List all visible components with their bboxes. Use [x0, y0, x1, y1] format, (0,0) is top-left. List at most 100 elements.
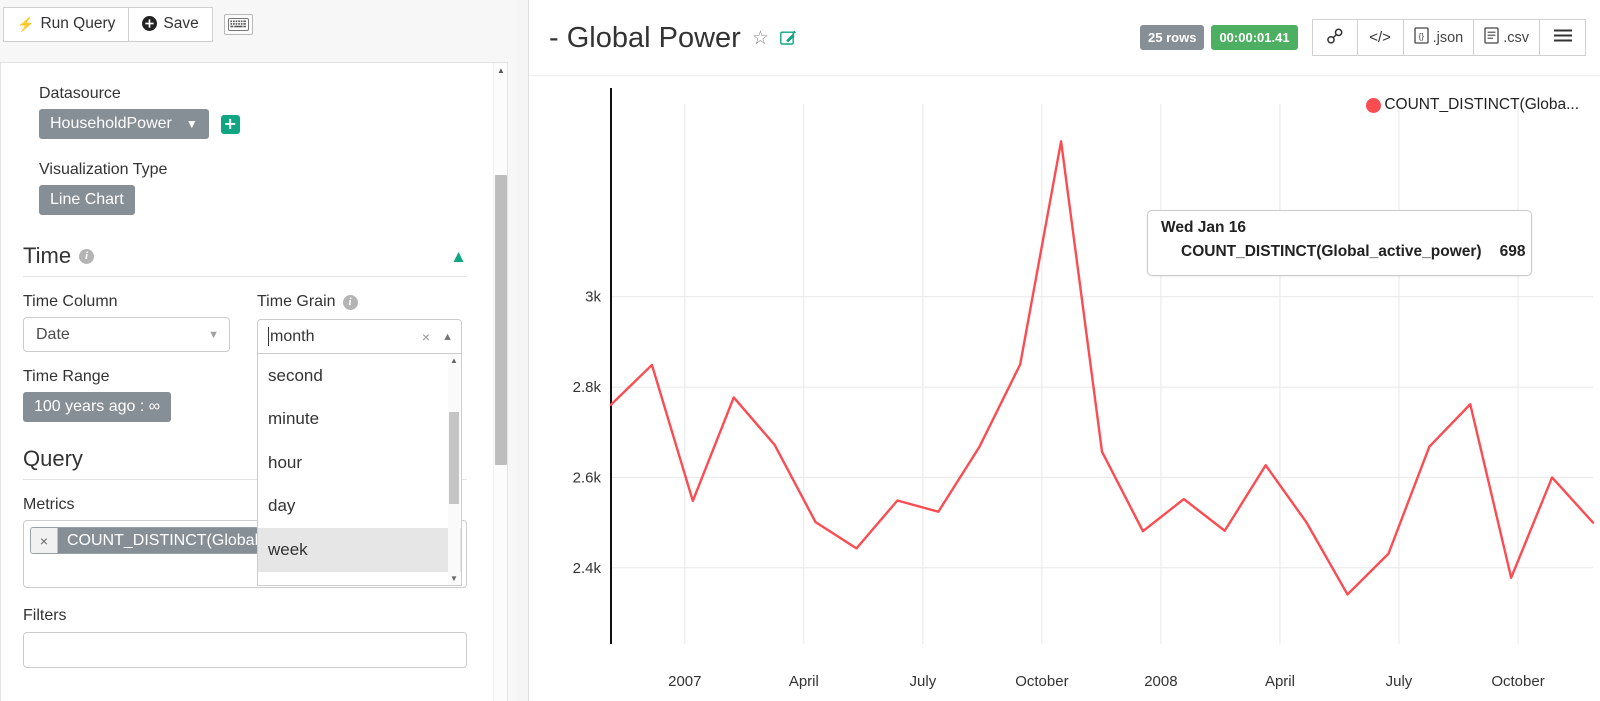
- datasource-value: HouseholdPower: [50, 115, 172, 133]
- chevron-down-icon: ▼: [186, 118, 198, 130]
- time-grain-option-week[interactable]: week: [258, 528, 461, 572]
- y-axis-tick-label: 3k: [585, 289, 601, 306]
- remove-metric-icon[interactable]: ×: [31, 528, 58, 553]
- time-range-field: Time Range 100 years ago : ∞: [1, 368, 236, 422]
- x-axis-tick-label: October: [1491, 673, 1544, 690]
- export-csv-label: .csv: [1503, 30, 1529, 46]
- chevron-up-icon[interactable]: ▲: [450, 248, 467, 265]
- time-column-value: Date: [36, 326, 70, 344]
- save-label: Save: [163, 15, 198, 33]
- time-column-field: Time Column Date ▼: [23, 293, 230, 352]
- chart-legend[interactable]: COUNT_DISTINCT(Globa...: [1366, 96, 1579, 114]
- more-menu-button[interactable]: [1540, 19, 1586, 56]
- time-fields-row: Time Column Date ▼ Time Grain i: [1, 293, 507, 352]
- x-axis-tick-label: 2008: [1144, 673, 1177, 690]
- add-datasource-button[interactable]: +: [221, 115, 240, 134]
- query-duration-badge: 00:00:01.41: [1211, 25, 1297, 50]
- datasource-label: Datasource: [39, 85, 469, 103]
- chart-tooltip: Wed Jan 16 COUNT_DISTINCT(Global_active_…: [1147, 210, 1532, 276]
- text-cursor: [268, 327, 269, 346]
- time-grain-label: Time Grain i: [257, 293, 464, 311]
- export-json-label: .json: [1433, 30, 1464, 46]
- filters-field: Filters: [1, 607, 507, 668]
- time-section-title: Time: [23, 243, 71, 269]
- export-json-button[interactable]: {} .json: [1404, 19, 1475, 56]
- time-grain-option-second[interactable]: second: [258, 354, 461, 398]
- control-panel-scroll-area: Datasource HouseholdPower ▼ + Visualizat…: [0, 62, 508, 701]
- keyboard-icon: [228, 18, 249, 31]
- chart-plot-area: 2.4k 2.6k 2.8k 3k 2007 April July October 2008 Ap…: [529, 76, 1600, 701]
- scroll-up-arrow-icon[interactable]: ▲: [448, 355, 460, 367]
- svg-text:{}: {}: [1418, 31, 1424, 41]
- keyboard-shortcuts-button[interactable]: [224, 14, 253, 35]
- y-axis-tick-label: 2.6k: [573, 469, 602, 486]
- rows-badge: 25 rows: [1140, 25, 1204, 50]
- time-grain-option-day[interactable]: day: [258, 485, 461, 529]
- time-grain-option-hour[interactable]: hour: [258, 441, 461, 485]
- time-range-value-button[interactable]: 100 years ago : ∞: [23, 392, 171, 422]
- info-icon[interactable]: i: [343, 295, 358, 310]
- scroll-up-arrow-icon[interactable]: ▲: [496, 65, 506, 76]
- viz-type-block: Visualization Type Line Chart: [1, 161, 507, 215]
- y-axis-tick-label: 2.4k: [573, 560, 602, 577]
- chart-title-group: - Global Power ☆: [549, 22, 797, 55]
- filters-input[interactable]: [23, 632, 467, 668]
- edit-pencil-icon[interactable]: [780, 29, 797, 49]
- metric-chip[interactable]: × COUNT_DISTINCT(Global: [30, 527, 259, 554]
- time-grain-input[interactable]: month × ▲: [257, 319, 462, 354]
- filters-label: Filters: [23, 607, 467, 625]
- control-panel-scrollbar[interactable]: ▲: [493, 63, 507, 701]
- time-grain-field: Time Grain i month × ▲ second: [257, 293, 464, 352]
- scrollbar-thumb[interactable]: [495, 175, 507, 465]
- y-axis-tick-label: 2.8k: [573, 379, 602, 396]
- chart-action-buttons: </> {} .json: [1312, 19, 1586, 56]
- time-grain-label-text: Time Grain: [257, 293, 336, 311]
- time-grain-option-minute[interactable]: minute: [258, 398, 461, 442]
- code-icon: </>: [1369, 29, 1391, 46]
- star-icon[interactable]: ☆: [752, 29, 769, 48]
- legend-color-dot: [1366, 98, 1381, 113]
- share-link-icon: [1326, 27, 1344, 49]
- time-section-header: Time i ▲: [1, 243, 507, 269]
- time-grain-combobox[interactable]: month × ▲ second minute hour day week mo…: [257, 319, 462, 586]
- query-toolbar: ⚡ Run Query Save: [0, 0, 518, 48]
- viz-type-select[interactable]: Line Chart: [39, 185, 135, 215]
- time-grain-options-list[interactable]: second minute hour day week month ▲ ▼: [257, 354, 462, 586]
- scrollbar-thumb[interactable]: [449, 412, 459, 504]
- metric-chip-label: COUNT_DISTINCT(Global: [58, 528, 258, 553]
- x-axis-tick-label: July: [910, 673, 937, 690]
- clear-icon[interactable]: ×: [422, 329, 430, 345]
- time-range-label: Time Range: [23, 368, 214, 386]
- save-button[interactable]: Save: [129, 7, 212, 42]
- legend-label: COUNT_DISTINCT(Globa...: [1384, 96, 1579, 114]
- time-column-select[interactable]: Date ▼: [23, 317, 230, 352]
- chevron-up-icon[interactable]: ▲: [442, 331, 453, 343]
- scroll-down-arrow-icon[interactable]: ▼: [448, 573, 460, 585]
- datasource-select[interactable]: HouseholdPower ▼: [39, 109, 209, 139]
- export-csv-button[interactable]: .csv: [1474, 19, 1540, 56]
- info-icon[interactable]: i: [79, 249, 94, 264]
- time-column-label: Time Column: [23, 293, 230, 311]
- chart-header-actions: 25 rows 00:00:01.41 </>: [1140, 19, 1586, 56]
- tooltip-date: Wed Jan 16: [1161, 219, 1518, 237]
- view-query-button[interactable]: </>: [1358, 19, 1404, 56]
- chart-panel: - Global Power ☆ 25 rows 00:00:01.41: [528, 0, 1600, 701]
- x-axis-tick-label: 2007: [668, 673, 701, 690]
- run-query-label: Run Query: [40, 15, 115, 33]
- share-link-button[interactable]: [1312, 19, 1358, 56]
- time-grain-option-month[interactable]: month: [258, 572, 461, 587]
- x-axis-tick-label: October: [1015, 673, 1068, 690]
- dropdown-scrollbar[interactable]: ▲ ▼: [448, 354, 460, 586]
- plus-circle-icon: [142, 16, 157, 33]
- time-grain-value: month: [270, 328, 422, 346]
- csv-file-icon: [1484, 27, 1499, 48]
- line-chart-svg[interactable]: 2.4k 2.6k 2.8k 3k 2007 April July October 2008 Ap…: [529, 76, 1600, 701]
- x-axis-tick-label: July: [1386, 673, 1413, 690]
- time-section-divider: [23, 276, 467, 277]
- toolbar-button-group: ⚡ Run Query Save: [3, 7, 213, 42]
- x-axis-tick-label: April: [1265, 673, 1295, 690]
- x-axis-tick-label: April: [789, 673, 819, 690]
- run-query-button[interactable]: ⚡ Run Query: [3, 7, 129, 42]
- viz-type-value: Line Chart: [50, 191, 124, 209]
- tooltip-series-value: 698: [1500, 243, 1526, 261]
